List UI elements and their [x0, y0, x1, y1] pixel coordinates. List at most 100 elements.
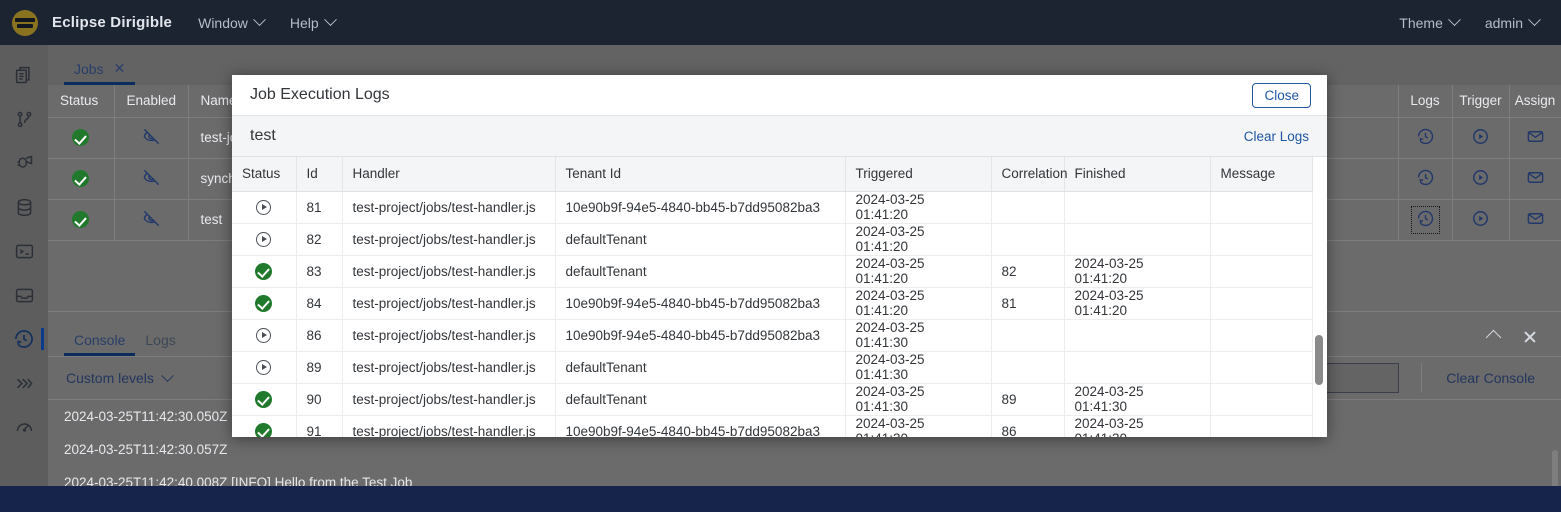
log-handler-cell: test-project/jobs/test-handler.js	[342, 319, 556, 352]
dialog-title: Job Execution Logs	[250, 86, 390, 103]
dialog-scrollbar-thumb[interactable]	[1315, 335, 1323, 385]
table-row[interactable]: 81 test-project/jobs/test-handler.js 10e…	[232, 191, 1313, 224]
status-triggered-icon	[256, 359, 272, 375]
log-level-dropdown[interactable]: Custom levels	[66, 368, 174, 386]
top-bar: Eclipse Dirigible Window Help Theme admi…	[0, 0, 1561, 45]
job-logs-button[interactable]	[1398, 158, 1453, 200]
console-window-actions	[1485, 329, 1561, 356]
log-triggered-cell: 2024-03-25 01:41:20	[845, 287, 992, 320]
job-assign-button[interactable]	[1509, 199, 1561, 241]
job-trigger-button[interactable]	[1452, 199, 1510, 241]
sidebar-item-files[interactable]	[0, 53, 48, 97]
dialog-body: Status Id Handler Tenant Id Triggered Co…	[232, 157, 1327, 437]
envelope-icon	[1526, 171, 1545, 190]
play-icon	[1471, 169, 1490, 190]
log-tenant-cell: defaultTenant	[555, 223, 846, 256]
clear-logs-button[interactable]: Clear Logs	[1244, 129, 1309, 144]
table-row[interactable]: 90 test-project/jobs/test-handler.js def…	[232, 383, 1313, 416]
log-correlation-cell: 89	[991, 383, 1065, 416]
close-button[interactable]: Close	[1252, 82, 1311, 108]
log-status-cell	[232, 255, 297, 288]
tab-console[interactable]: Console	[64, 332, 136, 356]
chevron-down-icon	[161, 368, 174, 382]
sidebar-item-chevrons[interactable]	[0, 361, 48, 405]
eye-off-icon	[142, 169, 161, 190]
dialog-scrollbar[interactable]	[1315, 157, 1325, 437]
sidebar-item-git[interactable]	[0, 97, 48, 141]
table-row[interactable]: 84 test-project/jobs/test-handler.js 10e…	[232, 287, 1313, 320]
tab-logs-label: Logs	[145, 332, 176, 348]
log-finished-cell: 2024-03-25 01:41:20	[1064, 287, 1211, 320]
table-row[interactable]: 82 test-project/jobs/test-handler.js def…	[232, 223, 1313, 256]
job-enabled-cell[interactable]	[114, 199, 189, 241]
log-tenant-cell: defaultTenant	[555, 351, 846, 384]
jobs-col-logs: Logs	[1398, 85, 1453, 118]
menu-help[interactable]: Help	[290, 13, 337, 31]
dialog-subheader: test Clear Logs	[232, 116, 1327, 157]
job-enabled-cell[interactable]	[114, 117, 189, 159]
tab-logs[interactable]: Logs	[135, 332, 185, 356]
menu-window[interactable]: Window	[198, 13, 266, 31]
chevron-down-icon	[323, 13, 337, 27]
log-correlation-cell: 86	[991, 415, 1065, 437]
logs-col-handler: Handler	[342, 157, 556, 192]
log-triggered-cell: 2024-03-25 01:41:30	[845, 383, 992, 416]
job-status-cell	[48, 117, 115, 159]
logs-col-id: Id	[296, 157, 343, 192]
clear-console-button[interactable]: Clear Console	[1421, 363, 1535, 393]
close-icon[interactable]: ✕	[114, 60, 126, 77]
job-trigger-button[interactable]	[1452, 158, 1510, 200]
logs-col-correlation: Correlation	[991, 157, 1068, 192]
user-menu[interactable]: admin	[1484, 13, 1541, 31]
top-bar-right: Theme admin	[1399, 13, 1541, 31]
history-icon	[1410, 205, 1440, 234]
sidebar-item-inbox[interactable]	[0, 273, 48, 317]
log-handler-cell: test-project/jobs/test-handler.js	[342, 415, 556, 437]
sidebar-item-debug[interactable]	[0, 141, 48, 185]
theme-selector[interactable]: Theme	[1399, 13, 1461, 31]
table-row[interactable]: 83 test-project/jobs/test-handler.js def…	[232, 255, 1313, 288]
tab-console-label: Console	[74, 332, 126, 348]
log-handler-cell: test-project/jobs/test-handler.js	[342, 255, 556, 288]
play-icon	[1471, 128, 1490, 149]
history-icon	[1416, 128, 1435, 149]
job-logs-button[interactable]	[1398, 199, 1453, 241]
job-status-cell	[48, 158, 115, 200]
jobs-col-enabled: Enabled	[114, 85, 189, 118]
log-correlation-cell: 81	[991, 287, 1065, 320]
status-triggered-icon	[256, 231, 272, 247]
execution-logs-table: Status Id Handler Tenant Id Triggered Co…	[232, 157, 1313, 437]
chevron-up-icon[interactable]	[1485, 329, 1502, 345]
sidebar-item-jobs[interactable]	[0, 317, 48, 361]
log-status-cell	[232, 191, 297, 224]
log-handler-cell: test-project/jobs/test-handler.js	[342, 351, 556, 384]
log-message-cell	[1210, 319, 1313, 352]
log-id-cell: 86	[296, 319, 343, 352]
table-row[interactable]: 86 test-project/jobs/test-handler.js 10e…	[232, 319, 1313, 352]
log-message-cell	[1210, 415, 1313, 437]
user-label: admin	[1484, 14, 1523, 31]
sidebar-item-terminal[interactable]	[0, 229, 48, 273]
log-finished-cell: 2024-03-25 01:41:30	[1064, 383, 1211, 416]
job-logs-button[interactable]	[1398, 117, 1453, 159]
job-enabled-cell[interactable]	[114, 158, 189, 200]
log-status-cell	[232, 319, 297, 352]
close-icon[interactable]	[1523, 330, 1537, 344]
log-status-cell	[232, 287, 297, 320]
sidebar-item-gauge[interactable]	[0, 405, 48, 449]
table-row[interactable]: 91 test-project/jobs/test-handler.js 10e…	[232, 415, 1313, 437]
job-assign-button[interactable]	[1509, 158, 1561, 200]
sidebar-item-database[interactable]	[0, 185, 48, 229]
envelope-icon	[1526, 130, 1545, 149]
log-message-cell	[1210, 351, 1313, 384]
history-icon	[1416, 169, 1435, 190]
job-trigger-button[interactable]	[1452, 117, 1510, 159]
table-row[interactable]: 89 test-project/jobs/test-handler.js def…	[232, 351, 1313, 384]
jobs-col-assign: Assign	[1509, 85, 1561, 118]
job-assign-button[interactable]	[1509, 117, 1561, 159]
left-activity-bar	[0, 45, 48, 512]
inbox-icon	[14, 285, 35, 306]
logs-col-tenant-id: Tenant Id	[555, 157, 846, 192]
tab-jobs[interactable]: Jobs ✕	[64, 60, 136, 85]
log-status-cell	[232, 383, 297, 416]
